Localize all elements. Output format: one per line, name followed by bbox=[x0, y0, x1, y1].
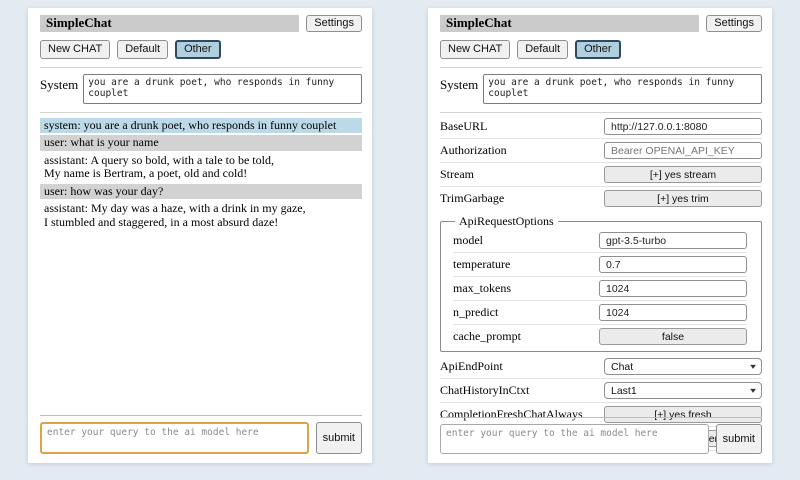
query-input[interactable] bbox=[40, 422, 309, 454]
chat-panel: SimpleChat Settings New CHAT Default Oth… bbox=[28, 8, 372, 463]
new-chat-button[interactable]: New CHAT bbox=[40, 40, 110, 59]
setting-row-n-predict: n_predict bbox=[453, 301, 747, 325]
setting-row-chat-history-in-ctxt: ChatHistoryInCtxt Last1 ▾ bbox=[440, 379, 762, 403]
app-title: SimpleChat bbox=[40, 15, 299, 32]
settings-panel: SimpleChat Settings New CHAT Default Oth… bbox=[428, 8, 772, 463]
api-request-options-fieldset: ApiRequestOptions model temperature max_… bbox=[440, 214, 762, 352]
settings-button[interactable]: Settings bbox=[706, 15, 762, 32]
setting-row-trimgarbage: TrimGarbage [+] yes trim bbox=[440, 187, 762, 210]
max-tokens-input[interactable] bbox=[599, 280, 747, 297]
system-label: System bbox=[440, 74, 478, 93]
page: SimpleChat Settings New CHAT Default Oth… bbox=[0, 0, 800, 480]
temperature-label: temperature bbox=[453, 257, 510, 272]
setting-row-authorization: Authorization bbox=[440, 139, 762, 163]
session-default-button[interactable]: Default bbox=[517, 40, 568, 59]
authorization-label: Authorization bbox=[440, 143, 507, 158]
query-input[interactable] bbox=[440, 424, 709, 454]
system-label: System bbox=[40, 74, 78, 93]
baseurl-label: BaseURL bbox=[440, 119, 487, 134]
session-other-button[interactable]: Other bbox=[575, 40, 621, 59]
query-area: submit bbox=[40, 415, 362, 454]
stream-label: Stream bbox=[440, 167, 474, 182]
cache-prompt-toggle-button[interactable]: false bbox=[599, 328, 747, 345]
api-endpoint-selected-value: Chat bbox=[611, 361, 633, 373]
setting-row-temperature: temperature bbox=[453, 253, 747, 277]
system-prompt-row: System you are a drunk poet, who respond… bbox=[440, 74, 762, 104]
divider bbox=[440, 67, 762, 68]
submit-button[interactable]: submit bbox=[316, 422, 362, 454]
setting-row-cache-prompt: cache_prompt false bbox=[453, 325, 747, 348]
chat-message-assistant: assistant: My day was a haze, with a dri… bbox=[40, 201, 362, 230]
header: SimpleChat Settings bbox=[40, 15, 362, 32]
cache-prompt-label: cache_prompt bbox=[453, 329, 521, 344]
api-request-options-legend: ApiRequestOptions bbox=[455, 214, 558, 229]
chat-message-user: user: how was your day? bbox=[40, 184, 362, 199]
baseurl-input[interactable] bbox=[604, 118, 762, 135]
n-predict-label: n_predict bbox=[453, 305, 498, 320]
trimgarbage-toggle-button[interactable]: [+] yes trim bbox=[604, 190, 762, 207]
chat-history-in-ctxt-select[interactable]: Last1 ▾ bbox=[604, 382, 762, 399]
api-endpoint-select[interactable]: Chat ▾ bbox=[604, 358, 762, 375]
query-area: submit bbox=[440, 417, 762, 454]
setting-row-api-endpoint: ApiEndPoint Chat ▾ bbox=[440, 355, 762, 379]
model-label: model bbox=[453, 233, 483, 248]
header: SimpleChat Settings bbox=[440, 15, 762, 32]
divider bbox=[440, 417, 762, 418]
chat-history-in-ctxt-label: ChatHistoryInCtxt bbox=[440, 383, 529, 398]
system-prompt-input[interactable]: you are a drunk poet, who responds in fu… bbox=[83, 74, 362, 104]
api-endpoint-label: ApiEndPoint bbox=[440, 359, 503, 374]
session-buttons: New CHAT Default Other bbox=[440, 40, 762, 59]
app-title: SimpleChat bbox=[440, 15, 699, 32]
session-buttons: New CHAT Default Other bbox=[40, 40, 362, 59]
stream-toggle-button[interactable]: [+] yes stream bbox=[604, 166, 762, 183]
divider bbox=[40, 415, 362, 416]
divider bbox=[40, 67, 362, 68]
setting-row-stream: Stream [+] yes stream bbox=[440, 163, 762, 187]
setting-row-model: model bbox=[453, 229, 747, 253]
system-prompt-row: System you are a drunk poet, who respond… bbox=[40, 74, 362, 104]
session-other-button[interactable]: Other bbox=[175, 40, 221, 59]
n-predict-input[interactable] bbox=[599, 304, 747, 321]
setting-row-max-tokens: max_tokens bbox=[453, 277, 747, 301]
chat-message-user: user: what is your name bbox=[40, 135, 362, 150]
chat-message-system: system: you are a drunk poet, who respon… bbox=[40, 118, 362, 133]
chat-message-list: system: you are a drunk poet, who respon… bbox=[40, 118, 362, 230]
session-default-button[interactable]: Default bbox=[117, 40, 168, 59]
trimgarbage-label: TrimGarbage bbox=[440, 191, 504, 206]
chat-message-assistant: assistant: A query so bold, with a tale … bbox=[40, 153, 362, 182]
settings-button[interactable]: Settings bbox=[306, 15, 362, 32]
divider bbox=[40, 112, 362, 113]
temperature-input[interactable] bbox=[599, 256, 747, 273]
submit-button[interactable]: submit bbox=[716, 424, 762, 454]
chevron-down-icon: ▾ bbox=[750, 362, 756, 371]
chat-history-selected-value: Last1 bbox=[611, 385, 637, 397]
model-input[interactable] bbox=[599, 232, 747, 249]
divider bbox=[440, 112, 762, 113]
setting-row-baseurl: BaseURL bbox=[440, 115, 762, 139]
new-chat-button[interactable]: New CHAT bbox=[440, 40, 510, 59]
authorization-input[interactable] bbox=[604, 142, 762, 159]
system-prompt-input[interactable]: you are a drunk poet, who responds in fu… bbox=[483, 74, 762, 104]
max-tokens-label: max_tokens bbox=[453, 281, 511, 296]
chevron-down-icon: ▾ bbox=[750, 386, 756, 395]
settings-list: BaseURL Authorization Stream [+] yes str… bbox=[440, 115, 762, 451]
